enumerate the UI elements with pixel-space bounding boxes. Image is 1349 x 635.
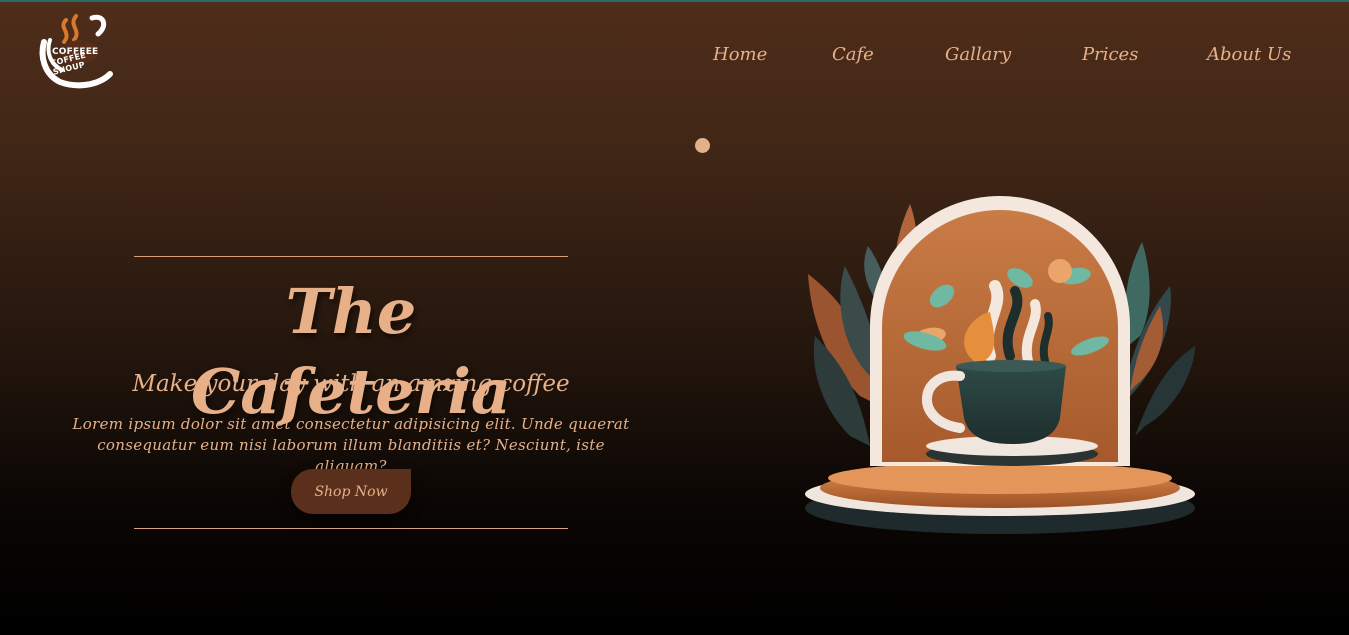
brand-logo[interactable]: COFFEEE COFFEE SHOUP xyxy=(36,12,120,92)
hero-subtitle: Make your day with an amzing coffee xyxy=(132,371,570,397)
nav-prices[interactable]: Prices xyxy=(1082,44,1138,65)
nav-cafe[interactable]: Cafe xyxy=(832,44,874,65)
nav-gallary[interactable]: Gallary xyxy=(945,44,1011,65)
decorative-dot xyxy=(695,138,710,153)
coffee-cup-illustration xyxy=(805,196,1195,534)
main-nav: Home Cafe Gallary Prices About Us xyxy=(700,44,1320,72)
hero-top-rule xyxy=(134,256,568,257)
hero-title: The Cafeteria xyxy=(190,275,512,428)
top-accent-line xyxy=(0,0,1349,2)
shop-now-button[interactable]: Shop Now xyxy=(291,469,411,514)
hero-bottom-rule xyxy=(134,528,568,529)
coffee-illustration xyxy=(790,196,1210,546)
hero-description: Lorem ipsum dolor sit amet consectetur a… xyxy=(72,415,630,475)
nav-home[interactable]: Home xyxy=(713,44,767,65)
nav-about-us[interactable]: About Us xyxy=(1207,44,1291,65)
logo-text: COFFEEE COFFEE SHOUP xyxy=(50,48,120,77)
